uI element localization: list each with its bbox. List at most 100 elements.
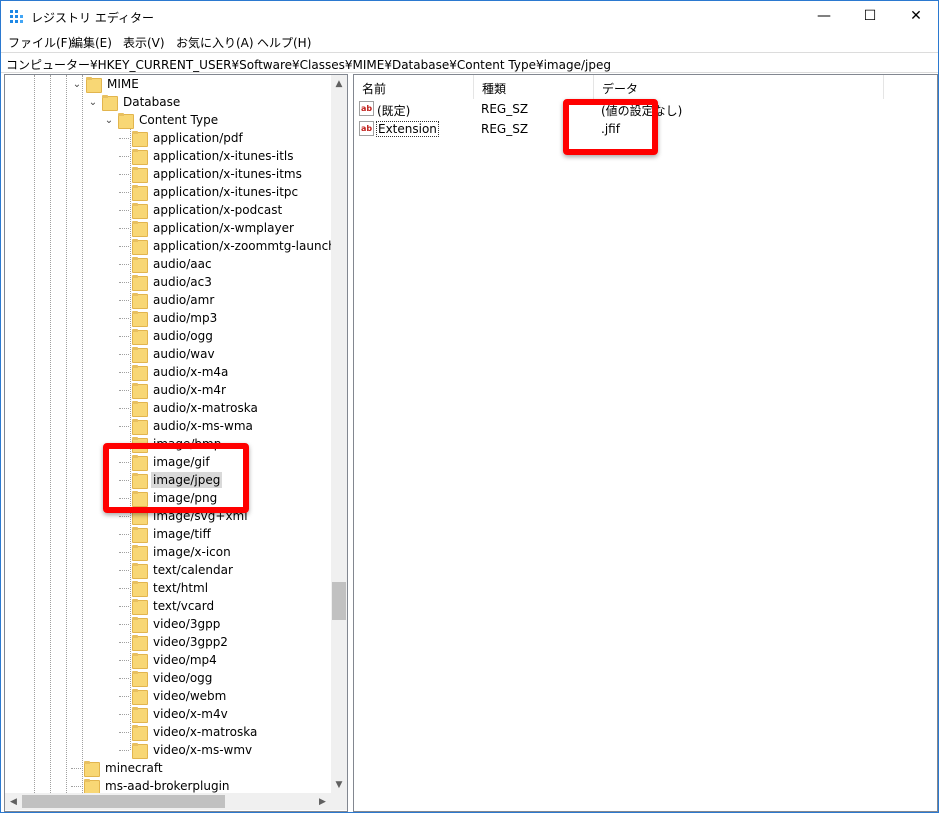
column-header-type[interactable]: 種類 xyxy=(474,75,594,99)
tree-node[interactable]: video/x-ms-wmv xyxy=(119,741,254,759)
annotation-highlight-box xyxy=(103,443,249,513)
folder-icon xyxy=(83,760,100,777)
column-header-data[interactable]: データ xyxy=(594,75,884,99)
horizontal-scroll-thumb[interactable] xyxy=(22,795,225,808)
folder-icon xyxy=(85,76,102,93)
folder-icon xyxy=(101,94,118,111)
tree-node-label: video/ogg xyxy=(153,671,213,685)
tree-node-label: audio/x-ms-wma xyxy=(153,419,253,433)
maximize-button[interactable]: ☐ xyxy=(847,1,893,31)
tree-node-label: audio/mp3 xyxy=(153,311,218,325)
scroll-down-arrow-icon[interactable]: ▼ xyxy=(331,776,347,793)
folder-icon xyxy=(131,202,148,219)
tree-connector xyxy=(119,299,129,301)
tree-node[interactable]: application/pdf xyxy=(119,129,245,147)
tree-node-label: text/vcard xyxy=(153,599,215,613)
tree-connector xyxy=(119,353,129,355)
tree-node[interactable]: application/x-podcast xyxy=(119,201,284,219)
tree-node[interactable]: video/x-m4v xyxy=(119,705,230,723)
chevron-down-icon[interactable]: ⌄ xyxy=(87,93,99,111)
folder-icon xyxy=(131,220,148,237)
tree-node[interactable]: audio/aac xyxy=(119,255,214,273)
title-bar[interactable]: レジストリ エディター — ☐ ✕ xyxy=(1,1,938,32)
scroll-up-arrow-icon[interactable]: ▲ xyxy=(331,75,347,92)
close-button[interactable]: ✕ xyxy=(893,1,939,31)
tree-node[interactable]: ms-aad-brokerplugin xyxy=(71,777,232,793)
menu-edit[interactable]: 編集(E) xyxy=(71,34,112,51)
chevron-down-icon[interactable]: ⌄ xyxy=(71,75,83,93)
tree-node-label: application/x-zoommtg-launcher xyxy=(153,239,331,253)
folder-icon xyxy=(131,328,148,345)
folder-icon xyxy=(83,778,100,793)
tree-node[interactable]: text/html xyxy=(119,579,210,597)
folder-icon xyxy=(131,346,148,363)
tree-node[interactable]: audio/wav xyxy=(119,345,217,363)
address-path[interactable]: コンピューター¥HKEY_CURRENT_USER¥Software¥Class… xyxy=(6,56,611,73)
menu-file[interactable]: ファイル(F) xyxy=(8,34,72,51)
tree-node[interactable]: application/x-wmplayer xyxy=(119,219,296,237)
tree-node[interactable]: image/x-icon xyxy=(119,543,233,561)
tree-node[interactable]: text/calendar xyxy=(119,561,235,579)
address-bar[interactable]: コンピューター¥HKEY_CURRENT_USER¥Software¥Class… xyxy=(1,52,938,73)
scroll-right-arrow-icon[interactable]: ▶ xyxy=(314,793,331,810)
tree-connector xyxy=(119,137,129,139)
tree-node[interactable]: application/x-itunes-itpc xyxy=(119,183,300,201)
tree-connector xyxy=(119,713,129,715)
tree-connector xyxy=(119,425,129,427)
tree-node[interactable]: ⌄ Content Type xyxy=(103,111,220,129)
tree-connector xyxy=(119,623,129,625)
menu-favorites[interactable]: お気に入り(A) xyxy=(176,34,254,51)
chevron-down-icon[interactable]: ⌄ xyxy=(103,111,115,129)
tree-node[interactable]: audio/amr xyxy=(119,291,216,309)
tree-connector xyxy=(119,605,129,607)
tree-node[interactable]: video/ogg xyxy=(119,669,214,687)
tree-node[interactable]: image/tiff xyxy=(119,525,213,543)
tree-node[interactable]: video/3gpp2 xyxy=(119,633,230,651)
tree-node[interactable]: audio/x-m4r xyxy=(119,381,228,399)
tree-node-label: video/mp4 xyxy=(153,653,217,667)
tree-node[interactable]: audio/x-m4a xyxy=(119,363,230,381)
tree-node[interactable]: ⌄ MIME xyxy=(71,75,141,93)
tree-connector xyxy=(119,389,129,391)
tree-node[interactable]: application/x-itunes-itms xyxy=(119,165,304,183)
tree-node-label: MIME xyxy=(107,77,139,91)
tree-node[interactable]: audio/ogg xyxy=(119,327,215,345)
folder-icon xyxy=(131,364,148,381)
tree-node[interactable]: application/x-itunes-itls xyxy=(119,147,296,165)
folder-icon xyxy=(131,166,148,183)
tree-node[interactable]: video/3gpp xyxy=(119,615,222,633)
scroll-left-arrow-icon[interactable]: ◀ xyxy=(5,793,22,810)
menu-bar: ファイル(F) 編集(E) 表示(V) お気に入り(A) ヘルプ(H) xyxy=(1,32,938,51)
tree-connector xyxy=(119,659,129,661)
values-list-pane[interactable]: 名前 種類 データ ab (既定) REG_SZ (値の設定なし) ab Ext… xyxy=(353,74,938,812)
column-header-name[interactable]: 名前 xyxy=(354,75,474,99)
tree-connector xyxy=(119,191,129,193)
tree-node[interactable]: text/vcard xyxy=(119,597,216,615)
tree-node[interactable]: video/x-matroska xyxy=(119,723,259,741)
key-tree[interactable]: ⌄ MIME ⌄ Database ⌄ Content Type application/p… xyxy=(5,75,331,793)
tree-node[interactable]: audio/x-matroska xyxy=(119,399,260,417)
tree-node[interactable]: audio/x-ms-wma xyxy=(119,417,255,435)
menu-view[interactable]: 表示(V) xyxy=(123,34,165,51)
minimize-button[interactable]: — xyxy=(801,1,847,31)
tree-vertical-scrollbar[interactable]: ▲ ▼ xyxy=(331,75,347,793)
tree-node-label: audio/x-m4r xyxy=(153,383,226,397)
tree-connector xyxy=(119,317,129,319)
tree-node[interactable]: video/webm xyxy=(119,687,228,705)
tree-node[interactable]: ⌄ Database xyxy=(87,93,182,111)
tree-node[interactable]: minecraft xyxy=(71,759,165,777)
tree-node[interactable]: audio/ac3 xyxy=(119,273,214,291)
scroll-thumb[interactable] xyxy=(332,582,346,620)
tree-horizontal-scrollbar[interactable]: ◀ ▶ xyxy=(5,793,331,810)
tree-node-label: application/x-podcast xyxy=(153,203,283,217)
value-name: Extension xyxy=(376,121,439,137)
tree-node[interactable]: video/mp4 xyxy=(119,651,219,669)
folder-icon xyxy=(131,544,148,561)
tree-node[interactable]: audio/mp3 xyxy=(119,309,219,327)
tree-connector xyxy=(119,335,129,337)
tree-node-label: application/x-itunes-itls xyxy=(153,149,294,163)
tree-node[interactable]: application/x-zoommtg-launcher xyxy=(119,237,331,255)
menu-help[interactable]: ヘルプ(H) xyxy=(257,34,311,51)
tree-connector xyxy=(119,371,129,373)
tree-node-label: application/x-itunes-itpc xyxy=(153,185,299,199)
